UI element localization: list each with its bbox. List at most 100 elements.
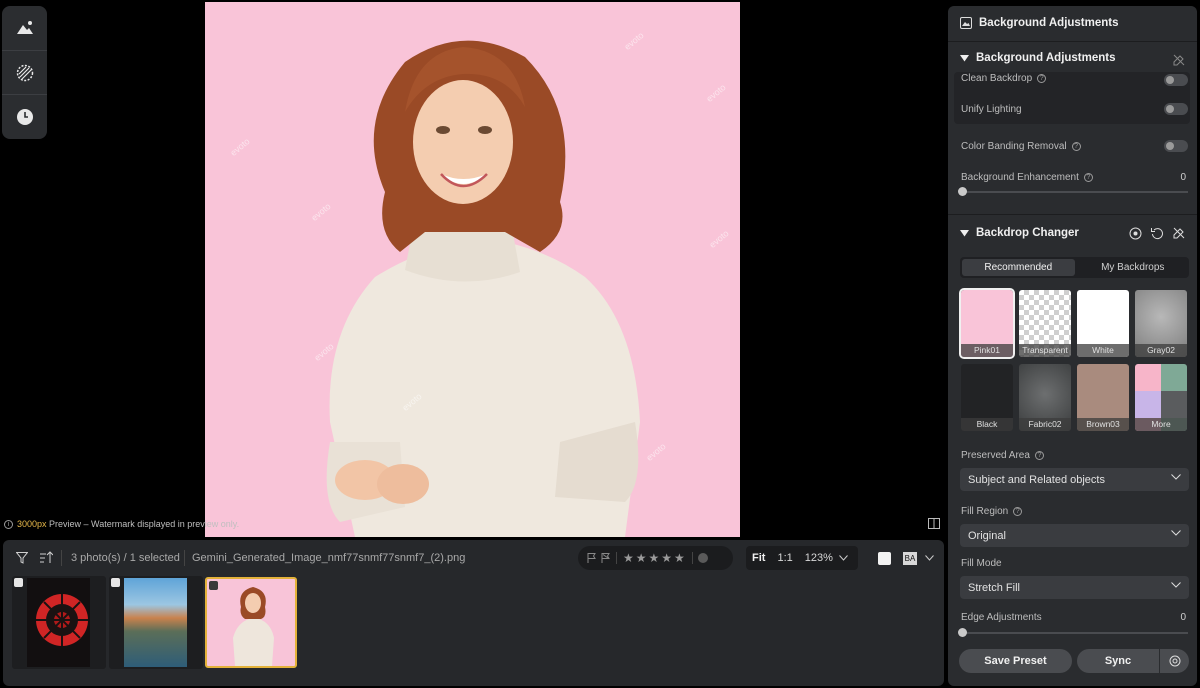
zoom-level[interactable]: 123%: [799, 552, 839, 564]
preserved-area-label: Preserved Area?: [961, 450, 1044, 461]
photo-count: 3 photo(s) / 1 selected: [71, 552, 180, 564]
rating-divider: [616, 552, 617, 564]
zoom-1to1-button[interactable]: 1:1: [771, 552, 798, 564]
pick-flag-icon[interactable]: [587, 553, 596, 563]
backdrop-tile[interactable]: More: [1135, 364, 1187, 431]
edited-icon: [14, 578, 23, 587]
panel-title: Background Adjustments: [979, 17, 1119, 29]
clock-icon: [16, 109, 33, 126]
thumbnail-selected[interactable]: [205, 577, 297, 668]
backdrop-tile[interactable]: Transparent: [1019, 290, 1071, 357]
thumbnail-image: [233, 587, 274, 666]
file-name: Gemini_Generated_Image_nmf77snmf77snmf7_…: [192, 552, 466, 564]
star-rating[interactable]: ★★★★★: [623, 551, 687, 565]
section-title: Backdrop Changer: [976, 227, 1079, 239]
tab-recommended[interactable]: Recommended: [962, 259, 1075, 276]
backdrop-tabs: Recommended My Backdrops: [960, 257, 1189, 278]
color-label-dot[interactable]: [697, 553, 708, 563]
zoom-controls: Fit 1:1 123%: [746, 546, 858, 570]
zoom-fit-button[interactable]: Fit: [746, 552, 771, 564]
compare-view-icon[interactable]: [928, 518, 940, 529]
toolbar-divider: [184, 550, 185, 566]
eraser-icon[interactable]: [1173, 227, 1185, 239]
edge-adjustments-label: Edge Adjustments: [961, 612, 1042, 623]
edge-adjustments-slider[interactable]: [958, 628, 1188, 637]
toolbar-divider: [61, 550, 62, 566]
clean-backdrop-toggle[interactable]: [1164, 74, 1188, 86]
backdrop-tile[interactable]: Gray02: [1135, 290, 1187, 357]
chevron-down-icon: [1171, 530, 1181, 536]
backdrop-tile[interactable]: Pink01: [959, 288, 1015, 359]
unify-lighting-toggle[interactable]: [1164, 103, 1188, 115]
chevron-down-icon: [1171, 582, 1181, 588]
sort-icon[interactable]: [39, 551, 53, 564]
chevron-down-icon[interactable]: [839, 555, 848, 561]
background-image-icon: [960, 17, 972, 29]
help-icon[interactable]: ?: [1034, 451, 1044, 460]
fill-region-select[interactable]: Original: [960, 524, 1189, 547]
reject-flag-icon[interactable]: [601, 553, 610, 563]
backdrop-tile[interactable]: Brown03: [1077, 364, 1129, 431]
preserved-area-select[interactable]: Subject and Related objects: [960, 468, 1189, 491]
history-tool-button[interactable]: [2, 95, 47, 139]
chevron-down-icon: [1171, 474, 1181, 480]
slider-knob[interactable]: [958, 187, 967, 196]
photo-canvas[interactable]: evoto evoto evoto evoto evoto evoto evot…: [205, 2, 740, 537]
bg-enhancement-slider[interactable]: [958, 187, 1188, 196]
help-icon[interactable]: ?: [1013, 507, 1023, 516]
help-icon[interactable]: ?: [1071, 142, 1081, 151]
divider: [948, 41, 1197, 42]
tool-rail: [2, 6, 47, 139]
thumbnail[interactable]: [12, 576, 106, 669]
portrait-photo: [326, 40, 640, 537]
preview-note: i 3000px Preview – Watermark displayed i…: [4, 519, 239, 529]
bg-enhancement-label: Background Enhancement?: [961, 172, 1093, 183]
filmstrip: 3 photo(s) / 1 selected Gemini_Generated…: [3, 540, 944, 686]
background-white-button[interactable]: [878, 552, 891, 565]
tab-my-backdrops[interactable]: My Backdrops: [1077, 257, 1190, 278]
edge-adjustments-value: 0: [1180, 612, 1186, 623]
striped-circle-icon: [16, 64, 33, 81]
info-icon: i: [4, 519, 13, 529]
divider: [948, 214, 1197, 215]
mountain-sparkle-icon: [16, 20, 33, 34]
filmstrip-toolbar: 3 photo(s) / 1 selected Gemini_Generated…: [3, 540, 944, 576]
chevron-down-icon[interactable]: [925, 555, 934, 561]
eraser-icon[interactable]: [1173, 54, 1185, 66]
filter-icon[interactable]: [16, 552, 28, 564]
preview-size: 3000px: [17, 519, 47, 529]
sync-settings-button[interactable]: [1160, 649, 1189, 673]
backdrop-tile[interactable]: White: [1077, 290, 1129, 357]
help-icon[interactable]: ?: [1037, 74, 1047, 83]
help-icon[interactable]: ?: [1083, 173, 1093, 182]
save-preset-button[interactable]: Save Preset: [959, 649, 1072, 673]
clean-backdrop-label: Clean Backdrop?: [961, 73, 1047, 84]
backdrop-tile[interactable]: Fabric02: [1019, 364, 1071, 431]
adjust-tool-button[interactable]: [2, 6, 47, 50]
thumbnail[interactable]: [109, 576, 203, 669]
gear-icon: [1169, 655, 1180, 667]
bg-enhancement-value: 0: [1180, 172, 1186, 183]
thumbnail-image: [27, 578, 90, 667]
sync-button[interactable]: Sync: [1077, 649, 1159, 673]
color-banding-toggle[interactable]: [1164, 140, 1188, 152]
caret-down-icon: [960, 54, 969, 61]
adjustments-panel: Background Adjustments Background Adjust…: [948, 6, 1197, 686]
thumbnail-image: [124, 578, 187, 667]
section-header-bg-adjustments[interactable]: Background Adjustments: [960, 52, 1116, 64]
section-header-backdrop-changer[interactable]: Backdrop Changer: [960, 227, 1079, 239]
fill-mode-select[interactable]: Stretch Fill: [960, 576, 1189, 599]
eye-icon[interactable]: [1129, 227, 1142, 240]
edited-icon: [209, 581, 218, 590]
section-title: Background Adjustments: [976, 52, 1116, 64]
rating-divider: [691, 552, 693, 564]
before-after-icon[interactable]: BA: [903, 552, 917, 565]
backdrop-tile[interactable]: Black: [961, 364, 1013, 431]
edited-icon: [111, 578, 120, 587]
preview-note-text: Preview – Watermark displayed in preview…: [46, 519, 240, 529]
texture-tool-button[interactable]: [2, 51, 47, 95]
rating-group: ★★★★★: [578, 546, 733, 570]
reset-icon[interactable]: [1151, 227, 1164, 240]
slider-knob[interactable]: [958, 628, 967, 637]
fill-region-label: Fill Region?: [961, 506, 1023, 517]
